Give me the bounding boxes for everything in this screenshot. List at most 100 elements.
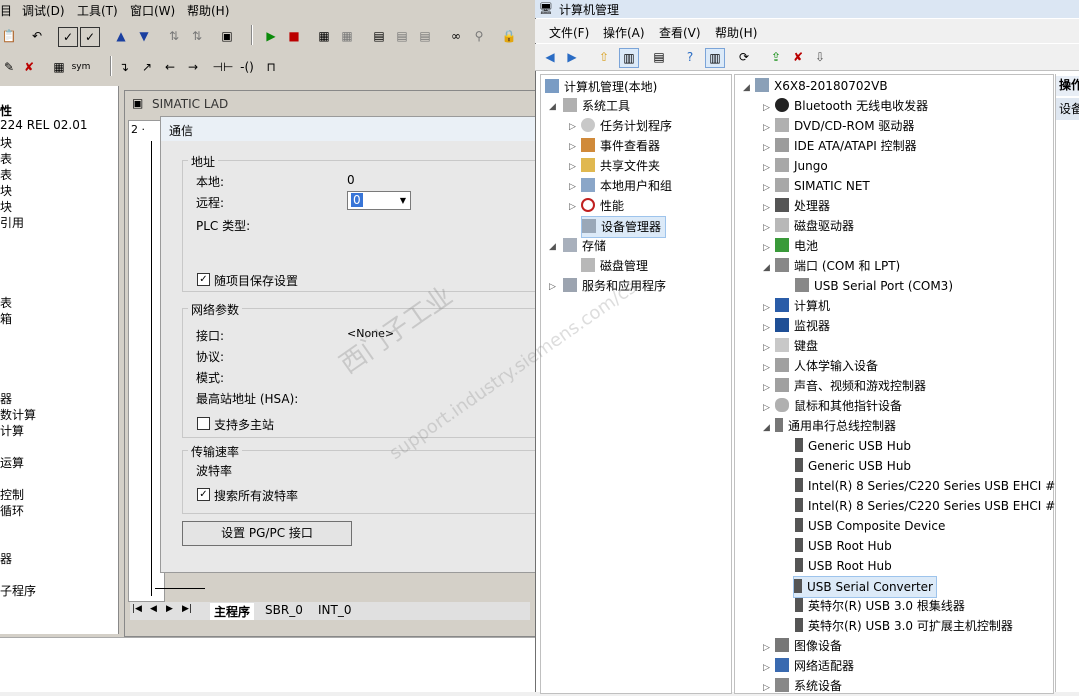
device-item[interactable]: USB Root Hub: [795, 536, 892, 556]
collapsed-arrow-icon[interactable]: ▷: [763, 363, 770, 373]
expanded-arrow-icon[interactable]: ◢: [549, 102, 556, 112]
device-category[interactable]: 端口 (COM 和 LPT): [775, 256, 900, 276]
program-status-icon[interactable]: ▦: [315, 27, 333, 45]
collapsed-arrow-icon[interactable]: ▷: [763, 303, 770, 313]
tree-item[interactable]: 控制: [0, 486, 24, 503]
tree-item[interactable]: 数计算: [0, 406, 36, 423]
menu-help-cm[interactable]: 帮助(H): [715, 24, 757, 41]
collapsed-arrow-icon[interactable]: ▷: [569, 162, 576, 172]
device-category[interactable]: SIMATIC NET: [775, 176, 870, 196]
collapsed-arrow-icon[interactable]: ▷: [763, 203, 770, 213]
tree-storage[interactable]: 存储: [563, 236, 606, 256]
tree-item[interactable]: 器: [0, 390, 12, 407]
device-category[interactable]: 通用串行总线控制器: [775, 416, 896, 436]
expanded-arrow-icon[interactable]: ◢: [763, 423, 770, 433]
tree-item[interactable]: 表: [0, 166, 12, 183]
stop-icon[interactable]: ■: [285, 27, 303, 45]
tree-item[interactable]: 计算: [0, 422, 24, 439]
chevron-down-icon[interactable]: ▼: [396, 192, 410, 209]
device-category[interactable]: 人体学输入设备: [775, 356, 878, 376]
binoculars-icon[interactable]: ∞: [447, 27, 465, 45]
collapsed-arrow-icon[interactable]: ▷: [763, 123, 770, 133]
expanded-arrow-icon[interactable]: ◢: [763, 263, 770, 273]
coil-icon[interactable]: -(): [238, 58, 256, 76]
menu-debug[interactable]: 调试(D): [22, 2, 65, 19]
tree-item[interactable]: 224 REL 02.01: [0, 118, 88, 132]
box-icon[interactable]: ⊓: [262, 58, 280, 76]
tree-item[interactable]: 块: [0, 198, 12, 215]
collapsed-arrow-icon[interactable]: ▷: [763, 383, 770, 393]
device-item[interactable]: 英特尔(R) USB 3.0 根集线器: [795, 596, 965, 616]
tree-item[interactable]: 引用: [0, 214, 24, 231]
tab-sbr0[interactable]: SBR_0: [265, 603, 303, 617]
device-category[interactable]: Bluetooth 无线电收发器: [775, 96, 928, 116]
options-icon[interactable]: ▣: [218, 27, 236, 45]
tab-last-icon[interactable]: ▶|: [182, 604, 192, 614]
sort-desc-icon[interactable]: ⇅: [188, 27, 206, 45]
actions-device-item[interactable]: 设备: [1056, 98, 1079, 120]
trend-icon[interactable]: ▤: [370, 27, 388, 45]
ladder-line-up-icon[interactable]: ↗: [138, 58, 156, 76]
device-item[interactable]: USB Serial Port (COM3): [795, 276, 953, 296]
collapsed-arrow-icon[interactable]: ▷: [763, 143, 770, 153]
device-item-selected[interactable]: USB Serial Converter: [793, 576, 937, 598]
device-category[interactable]: 网络适配器: [775, 656, 854, 676]
scan-hardware-icon[interactable]: ⟳: [735, 48, 753, 66]
up-folder-icon[interactable]: ⇧: [595, 48, 613, 66]
collapsed-arrow-icon[interactable]: ▷: [763, 183, 770, 193]
tree-item[interactable]: 子程序: [0, 582, 36, 599]
lock-icon[interactable]: 🔒: [500, 27, 518, 45]
tree-system-tools[interactable]: 系统工具: [563, 96, 630, 116]
tree-item[interactable]: 表: [0, 150, 12, 167]
action-pane-icon[interactable]: ▥: [705, 48, 725, 68]
tab-next-icon[interactable]: ▶: [166, 604, 173, 614]
device-item[interactable]: Intel(R) 8 Series/C220 Series USB EHCI #: [795, 476, 1055, 496]
sym-icon[interactable]: sym: [72, 58, 91, 76]
collapsed-arrow-icon[interactable]: ▷: [763, 323, 770, 333]
tree-item[interactable]: 块: [0, 134, 12, 151]
tree-item[interactable]: 表: [0, 294, 12, 311]
device-root[interactable]: X6X8-20180702VB: [755, 76, 888, 96]
properties-icon[interactable]: ▤: [650, 48, 668, 66]
menu-view[interactable]: 查看(V): [659, 24, 701, 41]
device-category[interactable]: 电池: [775, 236, 818, 256]
ladder-line-right-icon[interactable]: →: [184, 58, 202, 76]
tab-first-icon[interactable]: |◀: [132, 604, 142, 614]
tree-local-users[interactable]: 本地用户和组: [581, 176, 672, 196]
force-icon[interactable]: ⚲: [470, 27, 488, 45]
device-category[interactable]: 键盘: [775, 336, 818, 356]
multi-master-checkbox[interactable]: [197, 417, 210, 430]
expanded-arrow-icon[interactable]: ◢: [743, 83, 750, 93]
tree-task-scheduler[interactable]: 任务计划程序: [581, 116, 672, 136]
set-pgpc-button[interactable]: 设置 PG/PC 接口: [182, 521, 352, 546]
collapsed-arrow-icon[interactable]: ▷: [763, 403, 770, 413]
menu-help[interactable]: 帮助(H): [187, 2, 229, 19]
device-category[interactable]: DVD/CD-ROM 驱动器: [775, 116, 914, 136]
device-category[interactable]: 图像设备: [775, 636, 842, 656]
collapsed-arrow-icon[interactable]: ▷: [763, 663, 770, 673]
compile-all-icon[interactable]: ✓: [80, 27, 100, 47]
device-category[interactable]: IDE ATA/ATAPI 控制器: [775, 136, 917, 156]
collapsed-arrow-icon[interactable]: ▷: [569, 202, 576, 212]
expanded-arrow-icon[interactable]: ◢: [549, 242, 556, 252]
device-category[interactable]: Jungo: [775, 156, 828, 176]
tree-shared-folders[interactable]: 共享文件夹: [581, 156, 660, 176]
collapsed-arrow-icon[interactable]: ▷: [549, 282, 556, 292]
collapsed-arrow-icon[interactable]: ▷: [763, 163, 770, 173]
device-item[interactable]: Intel(R) 8 Series/C220 Series USB EHCI #: [795, 496, 1055, 516]
uninstall-icon[interactable]: ✘: [789, 48, 807, 66]
device-category[interactable]: 鼠标和其他指针设备: [775, 396, 902, 416]
collapsed-arrow-icon[interactable]: ▷: [763, 643, 770, 653]
tab-int0[interactable]: INT_0: [318, 603, 351, 617]
tree-disk-management[interactable]: 磁盘管理: [581, 256, 648, 276]
symbol-table-icon[interactable]: ▦: [50, 58, 68, 76]
device-category[interactable]: 计算机: [775, 296, 830, 316]
contact-icon[interactable]: ⊣⊢: [213, 58, 234, 76]
sort-asc-icon[interactable]: ⇅: [165, 27, 183, 45]
collapsed-arrow-icon[interactable]: ▷: [763, 343, 770, 353]
tree-item[interactable]: 块: [0, 182, 12, 199]
collapsed-arrow-icon[interactable]: ▷: [569, 122, 576, 132]
collapsed-arrow-icon[interactable]: ▷: [569, 182, 576, 192]
tree-item[interactable]: 器: [0, 550, 12, 567]
chart-status-icon[interactable]: ▦: [338, 27, 356, 45]
